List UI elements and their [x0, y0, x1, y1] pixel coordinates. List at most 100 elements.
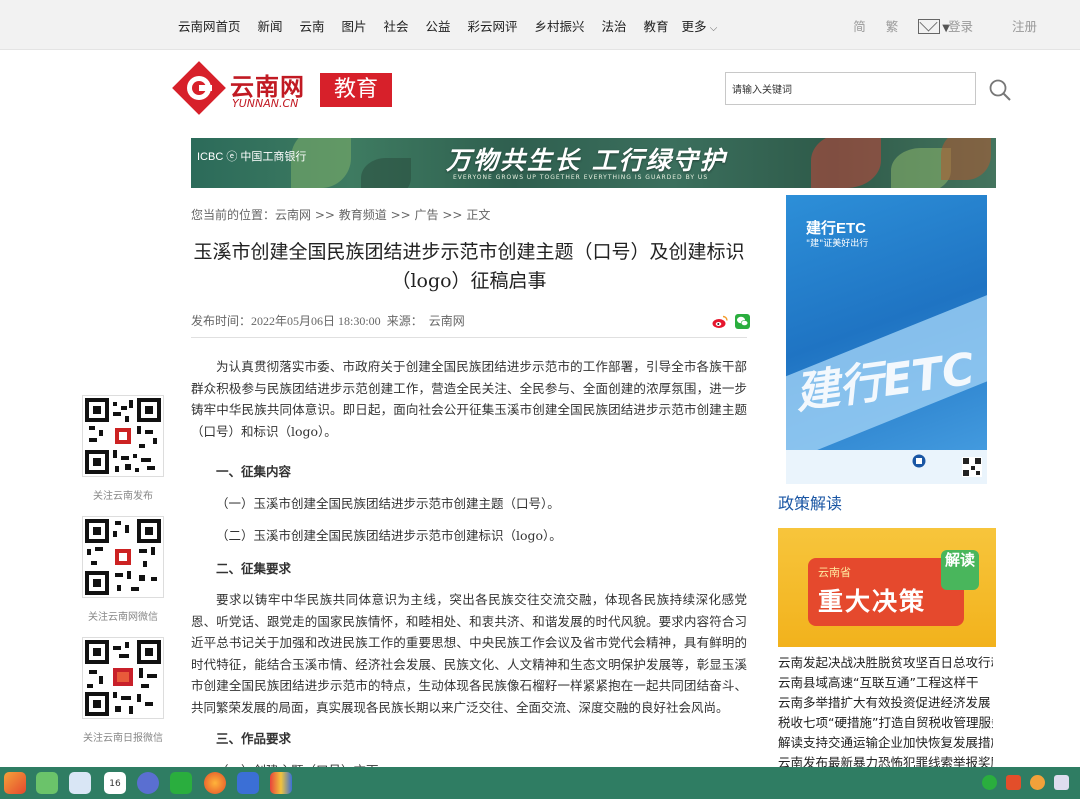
search-box — [725, 72, 976, 105]
top-nav: 云南网首页 新闻 云南 图片 社会 公益 彩云网评 乡村振兴 法治 教育 更多 — [178, 16, 730, 35]
tray-app-icon[interactable] — [1006, 775, 1021, 790]
qr-code-column: 关注云南发布 关注云南网微信 关注云南日报微信 — [82, 395, 164, 758]
lang-simplified[interactable]: 简 — [853, 19, 866, 34]
ccb-etc-ad[interactable]: 建行ETC "建"证美好出行 建行ETC — [786, 195, 987, 484]
calendar-icon[interactable]: 16 — [104, 772, 126, 794]
source-label: 来源： — [386, 314, 423, 328]
nav-rural[interactable]: 乡村振兴 — [535, 19, 585, 34]
qr-label-3: 关注云南日报微信 — [83, 733, 163, 744]
word-icon[interactable] — [237, 772, 259, 794]
breadcrumb-sep: >> — [311, 208, 339, 222]
printer-icon[interactable] — [1054, 775, 1069, 790]
files-icon[interactable] — [69, 772, 91, 794]
leaf-decor — [941, 138, 991, 180]
mail-icon[interactable] — [918, 19, 941, 34]
content-item-1: （一）玉溪市创建全国民族团结进步示范市创建主题（口号）。 — [216, 495, 560, 511]
firefox-icon[interactable] — [204, 772, 226, 794]
tray-user-icon[interactable] — [1030, 775, 1045, 790]
section-heading-2: 二、征集要求 — [216, 560, 292, 576]
nav-yunnan[interactable]: 云南 — [300, 19, 325, 34]
breadcrumb-education[interactable]: 教育频道 — [339, 208, 387, 222]
policy-news-list: 云南发起决战决胜脱贫攻坚百日总攻行动 云南县域高速“互联互通”工程这样干 云南多… — [778, 653, 993, 773]
qr-code-icon — [85, 519, 161, 595]
policy-section-title[interactable]: 政策解读 — [778, 490, 842, 514]
top-right-links: 简 繁 ▼ — [837, 16, 950, 35]
icbc-banner-ad[interactable]: ICBC ⓔ 中国工商银行 万物共生长 工行绿守护 EVERYONE GROWS… — [191, 138, 996, 188]
breadcrumb: 您当前的位置：云南网 >> 教育频道 >> 广告 >> 正文 — [191, 206, 490, 223]
policy-ad-small: 云南省 — [818, 566, 851, 579]
article-meta: 发布时间：2022年05月06日 18:30:00 来源： 云南网 — [191, 312, 465, 329]
nav-charity[interactable]: 公益 — [426, 19, 451, 34]
breadcrumb-sep: >> — [386, 208, 415, 222]
ccb-logo-icon — [912, 454, 926, 468]
weibo-icon[interactable] — [712, 315, 728, 329]
qr-label-1: 关注云南发布 — [93, 491, 153, 502]
news-item[interactable]: 解读支持交通运输企业加快恢复发展措施 — [778, 733, 993, 753]
wechat-icon[interactable] — [170, 772, 192, 794]
nav-education[interactable]: 教育 — [644, 19, 669, 34]
share-buttons — [712, 311, 751, 330]
published-label: 发布时间： — [191, 314, 252, 328]
lang-traditional[interactable]: 繁 — [886, 19, 899, 34]
wechat-tray-icon[interactable] — [982, 775, 997, 790]
nav-society[interactable]: 社会 — [384, 19, 409, 34]
etc-ad-big-text: 建行ETC — [791, 343, 978, 420]
logo-domain: YUNNAN.CN — [232, 97, 299, 110]
news-item[interactable]: 税收七项“硬措施”打造自贸税收管理服务 — [778, 713, 993, 733]
policy-ad-big: 重大决策 — [818, 587, 927, 616]
search-input[interactable] — [726, 73, 975, 104]
nav-more[interactable]: 更多 — [682, 19, 718, 34]
qr-label-2: 关注云南网微信 — [88, 612, 158, 623]
breadcrumb-current: 正文 — [466, 208, 491, 222]
breadcrumb-sep: >> — [438, 208, 467, 222]
article-title: 玉溪市创建全国民族团结进步示范市创建主题（口号）及创建标识（logo）征稿启事 — [193, 241, 745, 292]
news-item[interactable]: 云南发起决战决胜脱贫攻坚百日总攻行动 — [778, 653, 993, 673]
content-item-2: （二）玉溪市创建全国民族团结进步示范市创建标识（logo）。 — [216, 528, 562, 543]
source-name: 云南网 — [428, 314, 465, 328]
yunnan-logo-icon — [172, 61, 226, 115]
nav-news[interactable]: 新闻 — [258, 19, 283, 34]
nav-photos[interactable]: 图片 — [342, 19, 367, 34]
leaf-decor — [361, 158, 411, 188]
etc-ad-title: 建行ETC — [806, 220, 867, 237]
qr-code-yunnan-release[interactable] — [82, 395, 164, 477]
etc-ad-tagline: "建"证美好出行 — [806, 239, 869, 249]
login-link[interactable]: 登录 — [948, 16, 973, 35]
requirements-paragraph: 要求以铸牢中华民族共同体意识为主线，突出各民族交往交流交融，体现各民族持续深化感… — [191, 592, 747, 715]
published-time: 2022年05月06日 18:30:00 — [251, 314, 381, 328]
breadcrumb-home[interactable]: 云南网 — [275, 208, 311, 222]
qr-code-yunnan-wechat[interactable] — [82, 516, 164, 598]
nav-law[interactable]: 法治 — [602, 19, 627, 34]
photos-icon[interactable] — [4, 772, 26, 794]
taskbar: 16 — [0, 767, 1080, 799]
policy-ad-badge: 解读 — [941, 550, 979, 590]
color-icon[interactable] — [270, 772, 292, 794]
search-icon[interactable] — [988, 78, 1012, 102]
qr-code-icon — [962, 457, 982, 477]
news-item[interactable]: 云南县域高速“互联互通”工程这样干 — [778, 673, 993, 693]
banner-subtitle: EVERYONE GROWS UP TOGETHER EVERYTHING IS… — [453, 174, 709, 181]
register-link[interactable]: 注册 — [1012, 16, 1037, 35]
nav-commentary[interactable]: 彩云网评 — [468, 19, 518, 34]
qr-code-icon — [85, 398, 161, 474]
qr-code-yunnan-daily[interactable] — [82, 637, 164, 719]
breadcrumb-ads[interactable]: 广告 — [415, 208, 439, 222]
policy-ad[interactable]: 云南省 重大决策 解读 — [778, 528, 996, 647]
breadcrumb-prefix: 您当前的位置： — [191, 208, 276, 222]
leaf-decor — [811, 138, 881, 188]
banner-slogan: 万物共生长 工行绿守护 — [446, 146, 727, 175]
section-heading-3: 三、作品要求 — [216, 731, 292, 746]
settings-icon[interactable] — [137, 772, 159, 794]
news-item[interactable]: 云南多举措扩大有效投资促进经济发展 — [778, 693, 993, 713]
site-logo[interactable]: 云南网 YUNNAN.CN 教育 — [172, 61, 402, 115]
nav-home[interactable]: 云南网首页 — [178, 19, 241, 34]
article-intro: 为认真贯彻落实市委、市政府关于创建全国民族团结进步示范市的工作部署，引导全市各族… — [191, 359, 747, 439]
meta-divider — [191, 337, 747, 338]
wechat-share-icon[interactable] — [735, 314, 751, 329]
article-body: 为认真贯彻落实市委、市政府关于创建全国民族团结进步示范市的工作部署，引导全市各族… — [191, 356, 747, 792]
section-heading-1: 一、征集内容 — [216, 464, 292, 479]
top-nav-bar: 云南网首页 新闻 云南 图片 社会 公益 彩云网评 乡村振兴 法治 教育更多 简… — [0, 0, 1080, 50]
banner-brand: ICBC ⓔ 中国工商银行 — [197, 151, 307, 163]
qr-code-icon — [85, 640, 161, 716]
music-icon[interactable] — [36, 772, 58, 794]
